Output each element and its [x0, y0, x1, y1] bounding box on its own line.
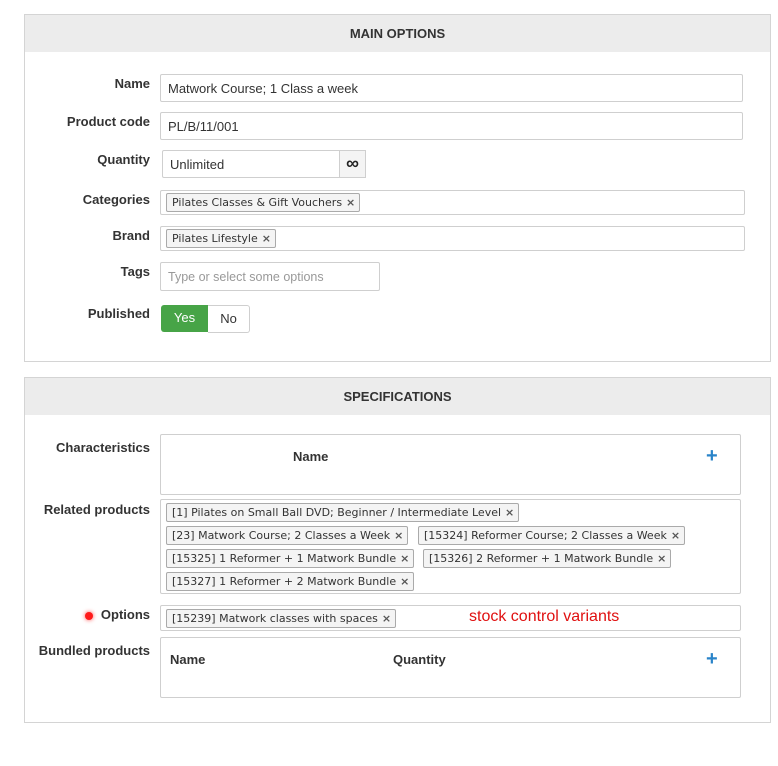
- published-no-button[interactable]: No: [208, 305, 250, 333]
- related-products-select[interactable]: [1] Pilates on Small Ball DVD; Beginner …: [160, 499, 741, 594]
- characteristics-table: Name +: [160, 434, 741, 495]
- related-product-tag-label: [15327] 1 Reformer + 2 Matwork Bundle: [172, 575, 397, 588]
- tags-placeholder: Type or select some options: [168, 270, 324, 284]
- infinity-icon: ∞: [346, 153, 359, 173]
- name-input-value: Matwork Course; 1 Class a week: [168, 81, 359, 96]
- remove-icon[interactable]: ×: [346, 194, 355, 211]
- product-code-input[interactable]: PL/B/11/001: [160, 112, 743, 140]
- remove-icon[interactable]: ×: [382, 610, 391, 627]
- related-product-tag-label: [23] Matwork Course; 2 Classes a Week: [172, 529, 391, 542]
- categories-select[interactable]: Pilates Classes & Gift Vouchers ×: [160, 190, 745, 215]
- option-tag-label: [15239] Matwork classes with spaces: [172, 612, 378, 625]
- bundled-quantity-header: Quantity: [393, 652, 446, 667]
- remove-icon[interactable]: ×: [657, 550, 666, 567]
- quantity-input-value: Unlimited: [170, 157, 225, 172]
- tags-input[interactable]: Type or select some options: [160, 262, 380, 291]
- characteristics-name-header: Name: [293, 449, 329, 464]
- brand-tag-label: Pilates Lifestyle: [172, 232, 258, 245]
- name-label: Name: [114, 76, 150, 91]
- options-label: Options: [100, 607, 150, 622]
- bundled-products-table: Name Quantity +: [160, 637, 741, 698]
- brand-select[interactable]: Pilates Lifestyle ×: [160, 226, 745, 251]
- product-code-input-value: PL/B/11/001: [168, 119, 239, 134]
- unlimited-toggle-button[interactable]: ∞: [339, 150, 366, 178]
- categories-label: Categories: [82, 192, 150, 207]
- related-products-label: Related products: [43, 502, 150, 517]
- related-product-tag: [15324] Reformer Course; 2 Classes a Wee…: [418, 526, 686, 545]
- related-product-tag: [1] Pilates on Small Ball DVD; Beginner …: [166, 503, 520, 522]
- add-bundled-product-plus-icon[interactable]: +: [706, 649, 718, 669]
- category-tag: Pilates Classes & Gift Vouchers ×: [166, 193, 361, 212]
- highlight-dot: [85, 612, 93, 620]
- related-product-tag: [15327] 1 Reformer + 2 Matwork Bundle ×: [166, 572, 415, 591]
- product-code-label: Product code: [66, 114, 150, 129]
- bundled-name-header: Name: [170, 652, 206, 667]
- brand-tag: Pilates Lifestyle ×: [166, 229, 276, 248]
- main-options-title: MAIN OPTIONS: [25, 15, 770, 52]
- related-product-tag: [15325] 1 Reformer + 1 Matwork Bundle ×: [166, 549, 415, 568]
- bundled-products-label: Bundled products: [38, 643, 150, 658]
- related-product-tag: [15326] 2 Reformer + 1 Matwork Bundle ×: [423, 549, 672, 568]
- stock-control-annotation: stock control variants: [469, 608, 620, 625]
- related-product-tag-label: [1] Pilates on Small Ball DVD; Beginner …: [172, 506, 502, 519]
- options-select[interactable]: [15239] Matwork classes with spaces ×: [160, 605, 741, 631]
- option-tag: [15239] Matwork classes with spaces ×: [166, 609, 397, 628]
- remove-icon[interactable]: ×: [400, 573, 409, 590]
- remove-icon[interactable]: ×: [505, 504, 514, 521]
- tags-label: Tags: [120, 264, 150, 279]
- name-input[interactable]: Matwork Course; 1 Class a week: [160, 74, 743, 102]
- related-product-tag: [23] Matwork Course; 2 Classes a Week ×: [166, 526, 409, 545]
- characteristics-label: Characteristics: [56, 440, 150, 455]
- published-label: Published: [87, 306, 150, 321]
- remove-icon[interactable]: ×: [400, 550, 409, 567]
- published-yes-button[interactable]: Yes: [161, 305, 208, 332]
- related-product-tag-label: [15324] Reformer Course; 2 Classes a Wee…: [424, 529, 667, 542]
- quantity-label: Quantity: [97, 152, 150, 167]
- related-product-tag-label: [15326] 2 Reformer + 1 Matwork Bundle: [429, 552, 654, 565]
- remove-icon[interactable]: ×: [394, 527, 403, 544]
- specifications-title: SPECIFICATIONS: [25, 378, 770, 415]
- remove-icon[interactable]: ×: [262, 230, 271, 247]
- quantity-input[interactable]: Unlimited: [162, 150, 340, 178]
- add-characteristic-plus-icon[interactable]: +: [706, 446, 718, 466]
- brand-label: Brand: [112, 228, 150, 243]
- remove-icon[interactable]: ×: [671, 527, 680, 544]
- category-tag-label: Pilates Classes & Gift Vouchers: [172, 196, 343, 209]
- related-product-tag-label: [15325] 1 Reformer + 1 Matwork Bundle: [172, 552, 397, 565]
